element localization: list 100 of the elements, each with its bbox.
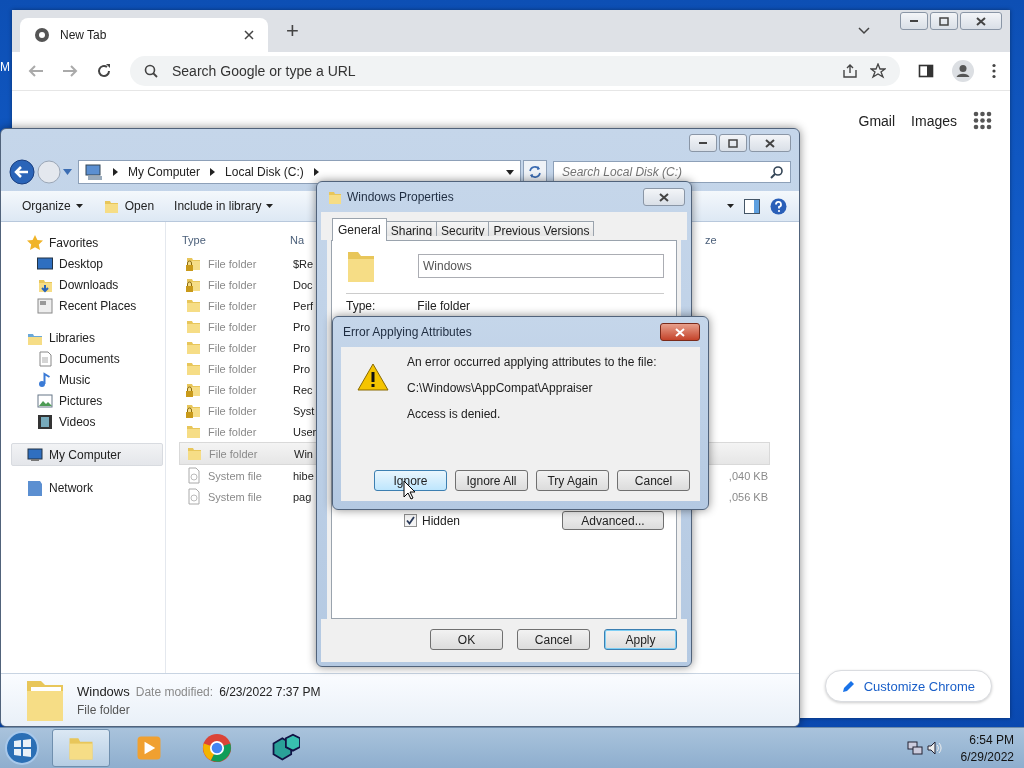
reload-icon[interactable] xyxy=(96,63,112,79)
close-button[interactable] xyxy=(960,12,1002,30)
table-cell: $Re xyxy=(293,257,314,270)
table-cell: Rec xyxy=(293,383,313,396)
toolbar-button[interactable]: Include in library xyxy=(169,196,279,216)
close-icon[interactable] xyxy=(244,30,254,40)
arrow-icon xyxy=(210,168,216,176)
chevron-down-icon[interactable] xyxy=(858,27,870,35)
header-link[interactable]: Images xyxy=(911,112,957,129)
folder-icon xyxy=(327,189,341,205)
sidebar-item[interactable]: Network xyxy=(1,477,165,498)
maximize-icon xyxy=(725,136,741,150)
start-button-icon[interactable] xyxy=(2,730,42,766)
close-button[interactable] xyxy=(643,188,685,206)
new-tab-button[interactable]: + xyxy=(280,18,305,44)
sidebar-item[interactable]: My Computer xyxy=(11,443,163,466)
clock[interactable]: 6:54 PM 6/29/2022 xyxy=(960,732,1014,764)
sidebar-item[interactable]: Music xyxy=(1,369,165,390)
sidebar-item[interactable]: Downloads xyxy=(1,274,165,295)
share-icon[interactable] xyxy=(842,63,858,79)
maximize-icon xyxy=(936,14,952,28)
close-button[interactable] xyxy=(749,134,791,152)
column-header[interactable]: ze xyxy=(705,233,765,246)
customize-button[interactable]: Customize Chrome xyxy=(824,670,992,702)
sidebar-item[interactable]: Libraries xyxy=(1,327,165,348)
caret-icon[interactable] xyxy=(727,204,734,208)
name-field[interactable]: Windows xyxy=(418,254,664,278)
browser-icon xyxy=(202,733,232,763)
field-label: Type: xyxy=(346,298,376,314)
sidebar-item[interactable]: Recent Places xyxy=(1,295,165,316)
table-cell: File folder xyxy=(209,447,258,460)
table-cell: System file xyxy=(208,490,262,503)
dialog-button[interactable]: Apply xyxy=(604,629,677,650)
minimize-icon xyxy=(910,20,918,22)
side-panel-icon[interactable] xyxy=(918,63,934,79)
checkbox[interactable] xyxy=(404,514,417,527)
dialog-button[interactable]: Cancel xyxy=(517,629,590,650)
maximize-button[interactable] xyxy=(719,134,747,152)
back-button-icon[interactable] xyxy=(9,159,35,185)
search-field[interactable]: Search Local Disk (C:) xyxy=(553,161,791,183)
file-icon xyxy=(185,488,202,505)
desktop-icon-label: M xyxy=(0,60,10,74)
minimize-button[interactable] xyxy=(689,134,717,152)
file-path: C:\Windows\AppCompat\Appraiser xyxy=(407,381,594,395)
address-bar[interactable]: My Computer Local Disk (C:) xyxy=(78,160,521,184)
network-icon[interactable] xyxy=(906,740,923,756)
table-cell: Perf xyxy=(293,299,314,312)
table-cell: File folder xyxy=(208,320,257,333)
table-cell: Win xyxy=(294,447,313,460)
window-title: Windows Properties xyxy=(347,190,454,204)
toolbar-button[interactable]: Open xyxy=(97,194,160,218)
table-cell: hibe xyxy=(293,469,314,482)
breadcrumb-item[interactable]: My Computer xyxy=(128,165,201,179)
help-icon[interactable] xyxy=(770,197,787,215)
sidebar-icon xyxy=(37,255,53,272)
browser-tab[interactable]: New Tab xyxy=(20,18,268,52)
sidebar-icon xyxy=(37,413,53,430)
file-name: Windows xyxy=(77,683,130,699)
file-icon xyxy=(185,467,202,484)
speaker-icon[interactable] xyxy=(926,740,943,756)
apps-grid-icon[interactable] xyxy=(973,111,992,130)
table-cell: File folder xyxy=(208,362,257,375)
advanced-button[interactable]: Advanced... xyxy=(562,511,664,530)
sidebar-item[interactable]: Videos xyxy=(1,411,165,432)
search-icon xyxy=(770,165,784,179)
dialog-button[interactable]: Ignore xyxy=(374,470,447,491)
globe-icon xyxy=(34,27,50,43)
menu-icon[interactable] xyxy=(992,63,996,79)
dialog-button[interactable]: Ignore All xyxy=(455,470,528,491)
dialog-button[interactable]: Try Again xyxy=(536,470,609,491)
table-cell: ,040 KB xyxy=(728,469,768,482)
profile-icon[interactable] xyxy=(952,60,974,82)
caret-icon xyxy=(75,204,83,208)
table-cell: Doc xyxy=(293,278,313,291)
sidebar-icon xyxy=(37,350,53,367)
dialog-button[interactable]: Cancel xyxy=(617,470,690,491)
table-cell: File folder xyxy=(208,404,257,417)
tab[interactable]: General xyxy=(332,218,387,241)
close-button[interactable] xyxy=(660,323,700,341)
table-cell: File folder xyxy=(208,257,257,270)
sidebar-item[interactable]: Favorites xyxy=(1,232,165,253)
table-cell: File folder xyxy=(208,299,257,312)
refresh-button[interactable] xyxy=(523,160,547,184)
maximize-button[interactable] xyxy=(930,12,958,30)
dialog-button[interactable]: OK xyxy=(430,629,503,650)
header-link[interactable]: Gmail xyxy=(858,112,896,129)
sidebar-item[interactable]: Pictures xyxy=(1,390,165,411)
preview-pane-icon[interactable] xyxy=(744,198,760,214)
table-cell: File folder xyxy=(208,278,257,291)
toolbar-button[interactable]: Organize xyxy=(17,196,88,216)
dropdown-icon[interactable] xyxy=(506,169,514,175)
minimize-button[interactable] xyxy=(900,12,928,30)
sidebar-item[interactable]: Desktop xyxy=(1,253,165,274)
star-icon[interactable] xyxy=(870,63,886,79)
arrow-icon xyxy=(313,168,319,176)
date-value: 6/23/2022 7:37 PM xyxy=(219,684,321,699)
column-header[interactable]: Type xyxy=(182,233,290,246)
breadcrumb-item[interactable]: Local Disk (C:) xyxy=(225,165,304,179)
sidebar-item[interactable]: Documents xyxy=(1,348,165,369)
refresh-icon xyxy=(528,165,542,179)
